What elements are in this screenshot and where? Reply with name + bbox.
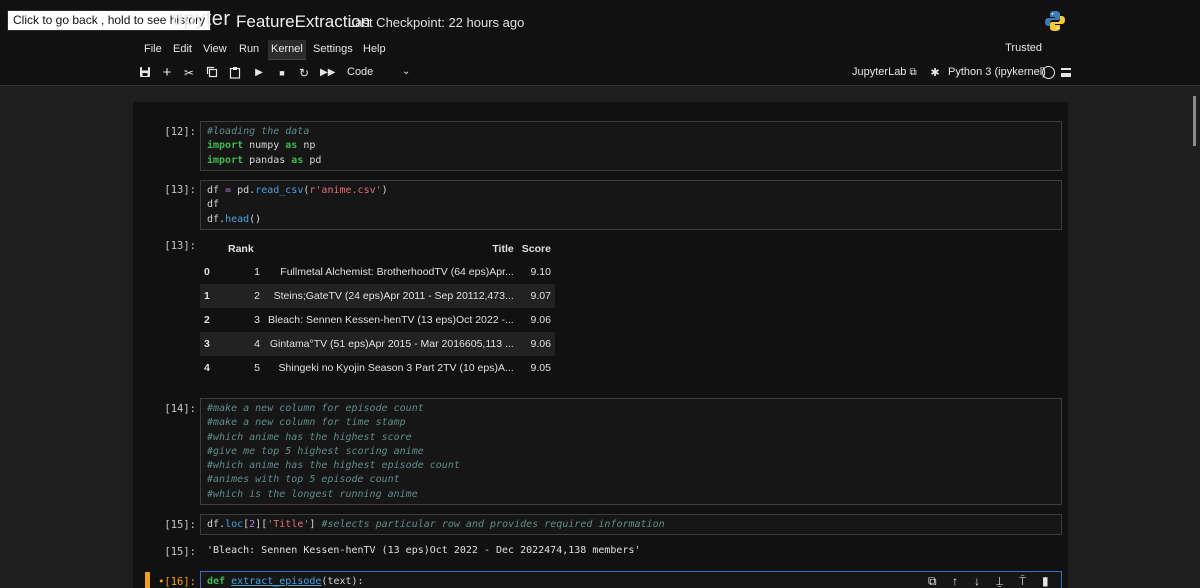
table-cell: 4	[224, 332, 264, 356]
table-cell: 9.10	[530, 266, 551, 278]
code-comment: #which anime has the highest score	[207, 431, 412, 443]
code-comment: #loading the data	[207, 126, 310, 137]
insert-above-icon[interactable]: ⍊	[996, 574, 1003, 588]
cell-toolbar: ⧉ ↑ ↓ ⍊ ⍑ ▮	[928, 574, 1058, 588]
table-cell: 1	[254, 266, 260, 278]
code-cell[interactable]: #loading the data import numpy as np imp…	[200, 121, 1062, 171]
row-index: 2	[204, 314, 210, 326]
menu-bar: File Edit View Run Kernel Settings Help …	[0, 40, 1200, 60]
insert-below-icon[interactable]: ⍑	[1019, 574, 1026, 588]
table-row: 1 2 Steins;GateTV (24 eps)Apr 2011 - Sep…	[200, 284, 555, 308]
duplicate-cell-icon[interactable]: ⧉	[928, 574, 937, 588]
jupyterlab-link[interactable]: JupyterLab ⧉	[852, 66, 917, 78]
table-cell: Bleach: Sennen Kessen-henTV (13 eps)Oct …	[268, 314, 514, 326]
dataframe-output: Rank Title Score 0 1 Fullmetal Alchemist…	[200, 238, 555, 380]
table-header-cell: Rank	[228, 243, 254, 255]
input-prompt: [15]:	[164, 519, 196, 531]
chevron-down-icon[interactable]: ⌄	[402, 66, 410, 77]
run-icon[interactable]: ▶	[252, 66, 266, 80]
row-index: 4	[204, 362, 210, 374]
kernel-name[interactable]: Python 3 (ipykernel)	[948, 66, 1046, 78]
save-icon[interactable]	[138, 66, 152, 80]
code-comment: #make a new column for episode count	[207, 403, 424, 414]
code-cell[interactable]: #make a new column for episode count #ma…	[200, 398, 1062, 505]
table-cell: Gintama°TV (51 eps)Apr 2015 - Mar 201660…	[264, 332, 518, 356]
table-row: 2 3 Bleach: Sennen Kessen-henTV (13 eps)…	[200, 308, 555, 332]
restart-icon[interactable]: ↻	[297, 66, 311, 80]
copy-icon[interactable]	[205, 66, 219, 80]
scrollbar[interactable]	[1193, 96, 1196, 146]
notebook-toolbar: + ✂ ▶ ■ ↻ ▶▶ Code ⌄ JupyterLab ⧉ ✱ Pytho…	[0, 60, 1200, 86]
input-prompt: [14]:	[164, 403, 196, 415]
table-row: 4 5 Shingeki no Kyojin Season 3 Part 2TV…	[200, 356, 555, 380]
menu-icon[interactable]	[1061, 68, 1071, 77]
move-down-icon[interactable]: ↓	[974, 574, 980, 588]
menu-run[interactable]: Run	[239, 43, 259, 55]
table-cell: 9.07	[517, 284, 555, 308]
active-prompt-label: [16]:	[164, 576, 196, 588]
code-cell[interactable]: df.loc[2]['Title'] #selects particular r…	[200, 514, 1062, 535]
input-prompt: •[16]:	[158, 576, 196, 588]
menu-settings[interactable]: Settings	[313, 43, 353, 55]
trusted-indicator[interactable]: Trusted	[1005, 42, 1042, 54]
menu-kernel[interactable]: Kernel	[268, 40, 306, 60]
table-cell: 9.05	[530, 362, 551, 374]
menu-file[interactable]: File	[144, 43, 162, 55]
stop-icon[interactable]: ■	[275, 66, 289, 80]
add-cell-icon[interactable]: +	[160, 65, 174, 80]
fast-forward-icon[interactable]: ▶▶	[320, 66, 335, 80]
code-comment: #which is the longest running anime	[207, 488, 418, 500]
input-prompt: [13]:	[164, 184, 196, 196]
input-prompt: [12]:	[164, 126, 196, 138]
paste-icon[interactable]	[228, 66, 242, 80]
cell-output: 'Bleach: Sennen Kessen-henTV (13 eps)Oct…	[207, 545, 641, 556]
code-comment: #give me top 5 highest scoring anime	[207, 445, 424, 457]
table-cell: 9.06	[530, 314, 551, 326]
table-row: 3 4 Gintama°TV (51 eps)Apr 2015 - Mar 20…	[200, 332, 555, 356]
menu-help[interactable]: Help	[363, 43, 386, 55]
jupyter-logo-text[interactable]: upyter	[172, 8, 231, 31]
jupyterlab-label: JupyterLab	[852, 66, 907, 78]
code-comment: #animes with top 5 episode count	[207, 474, 400, 486]
table-header-cell: Score	[521, 243, 551, 255]
table-cell: Shingeki no Kyojin Season 3 Part 2TV (10…	[278, 362, 514, 374]
cut-icon[interactable]: ✂	[182, 66, 196, 80]
code-comment: #make a new column for time stamp	[207, 417, 406, 429]
checkpoint-status: Last Checkpoint: 22 hours ago	[348, 15, 525, 30]
code-cell[interactable]: df = pd.read_csv(r'anime.csv') df df.hea…	[200, 180, 1062, 230]
output-prompt: [13]:	[164, 240, 196, 252]
table-cell: 5	[254, 362, 260, 374]
cell-type-select[interactable]: Code	[347, 66, 373, 78]
debugger-bug-icon[interactable]: ✱	[928, 66, 942, 80]
row-index: 0	[204, 266, 210, 278]
output-prompt: [15]:	[164, 546, 196, 558]
table-header-cell: Title	[492, 243, 514, 255]
move-up-icon[interactable]: ↑	[952, 574, 958, 588]
menu-view[interactable]: View	[203, 43, 227, 55]
top-header: Click to go back , hold to see history u…	[0, 0, 1200, 40]
code-keyword: import	[207, 140, 244, 152]
table-cell: Fullmetal Alchemist: BrotherhoodTV (64 e…	[280, 266, 514, 278]
table-row: 0 1 Fullmetal Alchemist: BrotherhoodTV (…	[200, 260, 555, 284]
external-link-icon: ⧉	[909, 67, 917, 78]
code-comment: #which anime has the highest episode cou…	[207, 460, 460, 472]
python-logo-icon	[1045, 11, 1065, 31]
table-cell: Steins;GateTV (24 eps)Apr 2011 - Sep 201…	[264, 284, 518, 308]
table-cell: 2	[224, 284, 264, 308]
table-cell: 3	[254, 314, 260, 326]
delete-cell-icon[interactable]: ▮	[1042, 574, 1049, 588]
row-index: 1	[200, 284, 224, 308]
table-cell: 9.06	[517, 332, 555, 356]
menu-edit[interactable]: Edit	[173, 43, 192, 55]
table-header-cell	[200, 238, 224, 260]
row-index: 3	[200, 332, 224, 356]
kernel-status-icon	[1042, 66, 1055, 79]
